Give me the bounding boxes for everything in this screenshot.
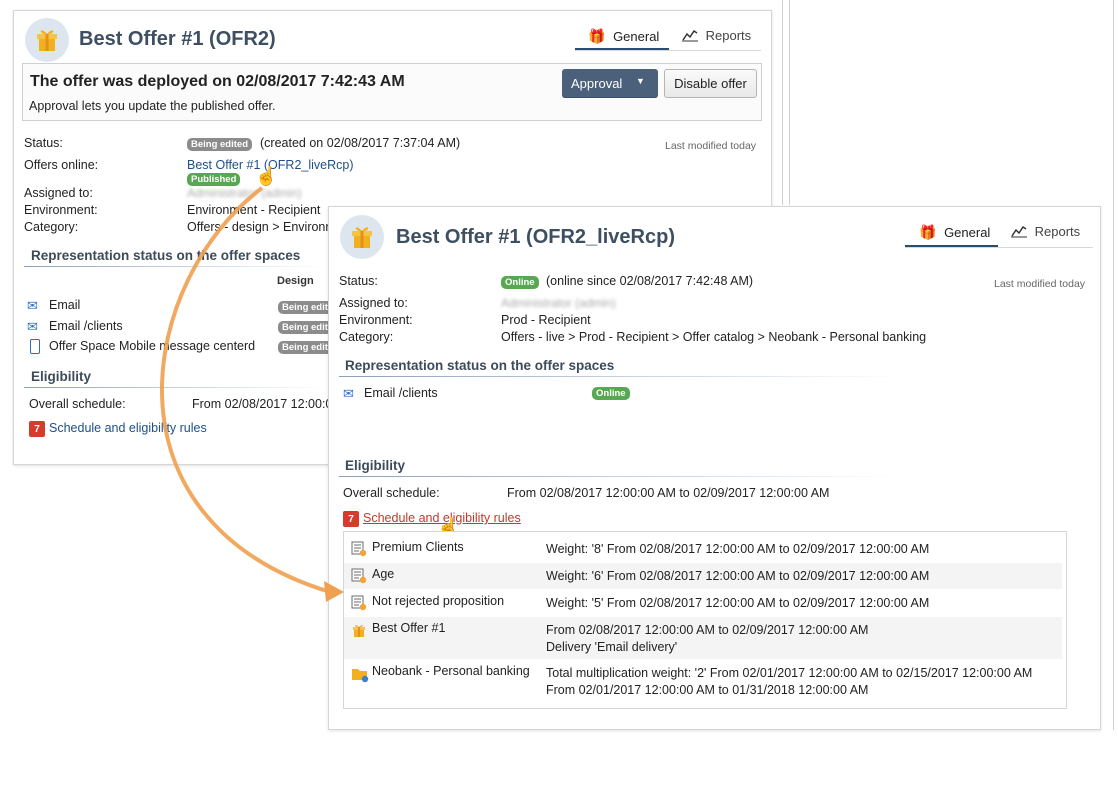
category-label: Category: [24,220,79,234]
schedule-rules-link[interactable]: Schedule and eligibility rules [49,421,207,435]
space-row: ✉ Email /clients [343,386,438,402]
rule-icon [351,568,367,584]
status-label: Status: [24,136,63,150]
environment-label: Environment: [339,313,413,327]
disable-offer-button[interactable]: Disable offer [664,69,757,98]
gift-icon [37,30,57,51]
last-modified: Last modified today [994,278,1086,290]
section-separator [339,376,899,377]
rule-detail: Total multiplication weight: '2' From 02… [546,666,1033,680]
status-text: (online since 02/08/2017 7:42:48 AM) [546,274,754,288]
chart-line-icon [682,29,698,42]
status-text: (created on 02/08/2017 7:37:04 AM) [260,136,461,150]
rule-detail: Weight: '8' From 02/08/2017 12:00:00 AM … [546,542,930,556]
gift-icon [353,624,365,637]
status-label: Status: [339,274,378,288]
published-badge: Published [187,173,241,186]
offers-online-label: Offers online: [24,158,99,172]
tab-general[interactable]: 🎁 General [919,224,990,241]
space-name: Email /clients [364,386,438,400]
eligibility-rules-table: Premium Clients Weight: '8' From 02/08/2… [343,531,1067,709]
space-row: ✉ Email [27,298,80,314]
mobile-icon [30,339,40,354]
section-separator [339,476,899,477]
offer-icon-circle [25,18,69,62]
rule-icon [351,541,367,557]
assigned-value: Administrator (admin) [187,186,302,200]
status-badge: Online [501,276,539,289]
offer-icon-circle [340,215,384,259]
page-title: Best Offer #1 (OFR2_liveRcp) [396,226,675,248]
section-separator [24,266,324,267]
environment-value: Environment - Recipient [187,203,321,217]
tab-general[interactable]: 🎁 General [588,28,659,45]
approval-button[interactable]: Approval ▼ [562,69,658,98]
representation-heading: Representation status on the offer space… [345,358,615,373]
window-edge-line [789,0,790,205]
last-modified: Last modified today [665,140,757,152]
tab-bar-line [575,50,761,51]
eligibility-heading: Eligibility [345,458,406,473]
table-row[interactable]: Best Offer #1 From 02/08/2017 12:00:00 A… [344,617,1062,659]
status-badge: Being edited [187,138,253,151]
tab-bar-line [905,247,1093,248]
deploy-heading: The offer was deployed on 02/08/2017 7:4… [30,73,405,90]
table-row[interactable]: Neobank - Personal banking Total multipl… [344,660,1062,704]
rule-detail: Weight: '5' From 02/08/2017 12:00:00 AM … [546,596,930,610]
window-edge-line [782,0,783,205]
offer-panel-live: Best Offer #1 (OFR2_liveRcp) 🎁 General R… [328,206,1101,730]
assigned-label: Assigned to: [339,296,408,310]
eligibility-heading: Eligibility [31,369,92,384]
rule-detail: From 02/08/2017 12:00:00 AM to 02/09/201… [546,623,869,637]
chart-line-icon [1011,225,1027,238]
rule-name: Best Offer #1 [372,621,446,635]
category-label: Category: [339,330,394,344]
table-row[interactable]: Premium Clients Weight: '8' From 02/08/2… [344,536,1062,562]
space-name: Email [49,298,81,312]
deploy-note: Approval lets you update the published o… [29,99,276,113]
rule-detail: Weight: '6' From 02/08/2017 12:00:00 AM … [546,569,930,583]
folder-icon [352,669,369,683]
design-column-header: Design [277,275,314,287]
table-row[interactable]: Not rejected proposition Weight: '5' Fro… [344,590,1062,616]
deploy-box: The offer was deployed on 02/08/2017 7:4… [22,63,762,121]
rule-name: Age [372,567,395,581]
gift-icon [352,227,372,248]
environment-label: Environment: [24,203,98,217]
envelope-icon: ✉ [27,319,38,334]
rule-detail-extra: Delivery 'Email delivery' [546,640,678,654]
rule-icon [351,595,367,611]
section-separator [24,387,324,388]
category-value: Offers - live > Prod - Recipient > Offer… [501,330,927,344]
page-title: Best Offer #1 (OFR2) [79,28,276,50]
tab-reports[interactable]: Reports [682,28,751,43]
assigned-label: Assigned to: [24,186,93,200]
space-name: Email /clients [49,319,123,333]
rule-name: Not rejected proposition [372,594,505,608]
overall-schedule-value: From 02/08/2017 12:00:00 AM to 02/09/201… [507,486,830,500]
representation-heading: Representation status on the offer space… [31,248,301,263]
tab-reports[interactable]: Reports [1011,224,1080,239]
space-name: Offer Space Mobile message centerd [49,339,256,353]
calendar-icon: 7 [29,421,45,437]
overall-schedule-label: Overall schedule: [29,397,126,411]
hand-cursor-icon: ☝ [255,166,278,186]
rule-name: Neobank - Personal banking [372,664,530,678]
overall-schedule-label: Overall schedule: [343,486,440,500]
environment-value: Prod - Recipient [501,313,591,327]
space-status-badge: Online [592,387,630,400]
rule-detail-extra: From 02/01/2017 12:00:00 AM to 01/31/201… [546,683,869,697]
envelope-icon: ✉ [27,298,38,313]
caret-down-icon: ▼ [636,76,645,86]
window-edge-line [1113,0,1114,730]
assigned-value: Administrator (admin) [501,296,616,310]
gift-outline-icon: 🎁 [588,28,606,44]
rule-name: Premium Clients [372,540,464,554]
envelope-icon: ✉ [343,386,354,401]
calendar-icon: 7 [343,511,359,527]
space-row: Offer Space Mobile message centerd [30,339,255,357]
space-row: ✉ Email /clients [27,319,123,335]
gift-outline-icon: 🎁 [919,224,937,240]
table-row[interactable]: Age Weight: '6' From 02/08/2017 12:00:00… [344,563,1062,589]
